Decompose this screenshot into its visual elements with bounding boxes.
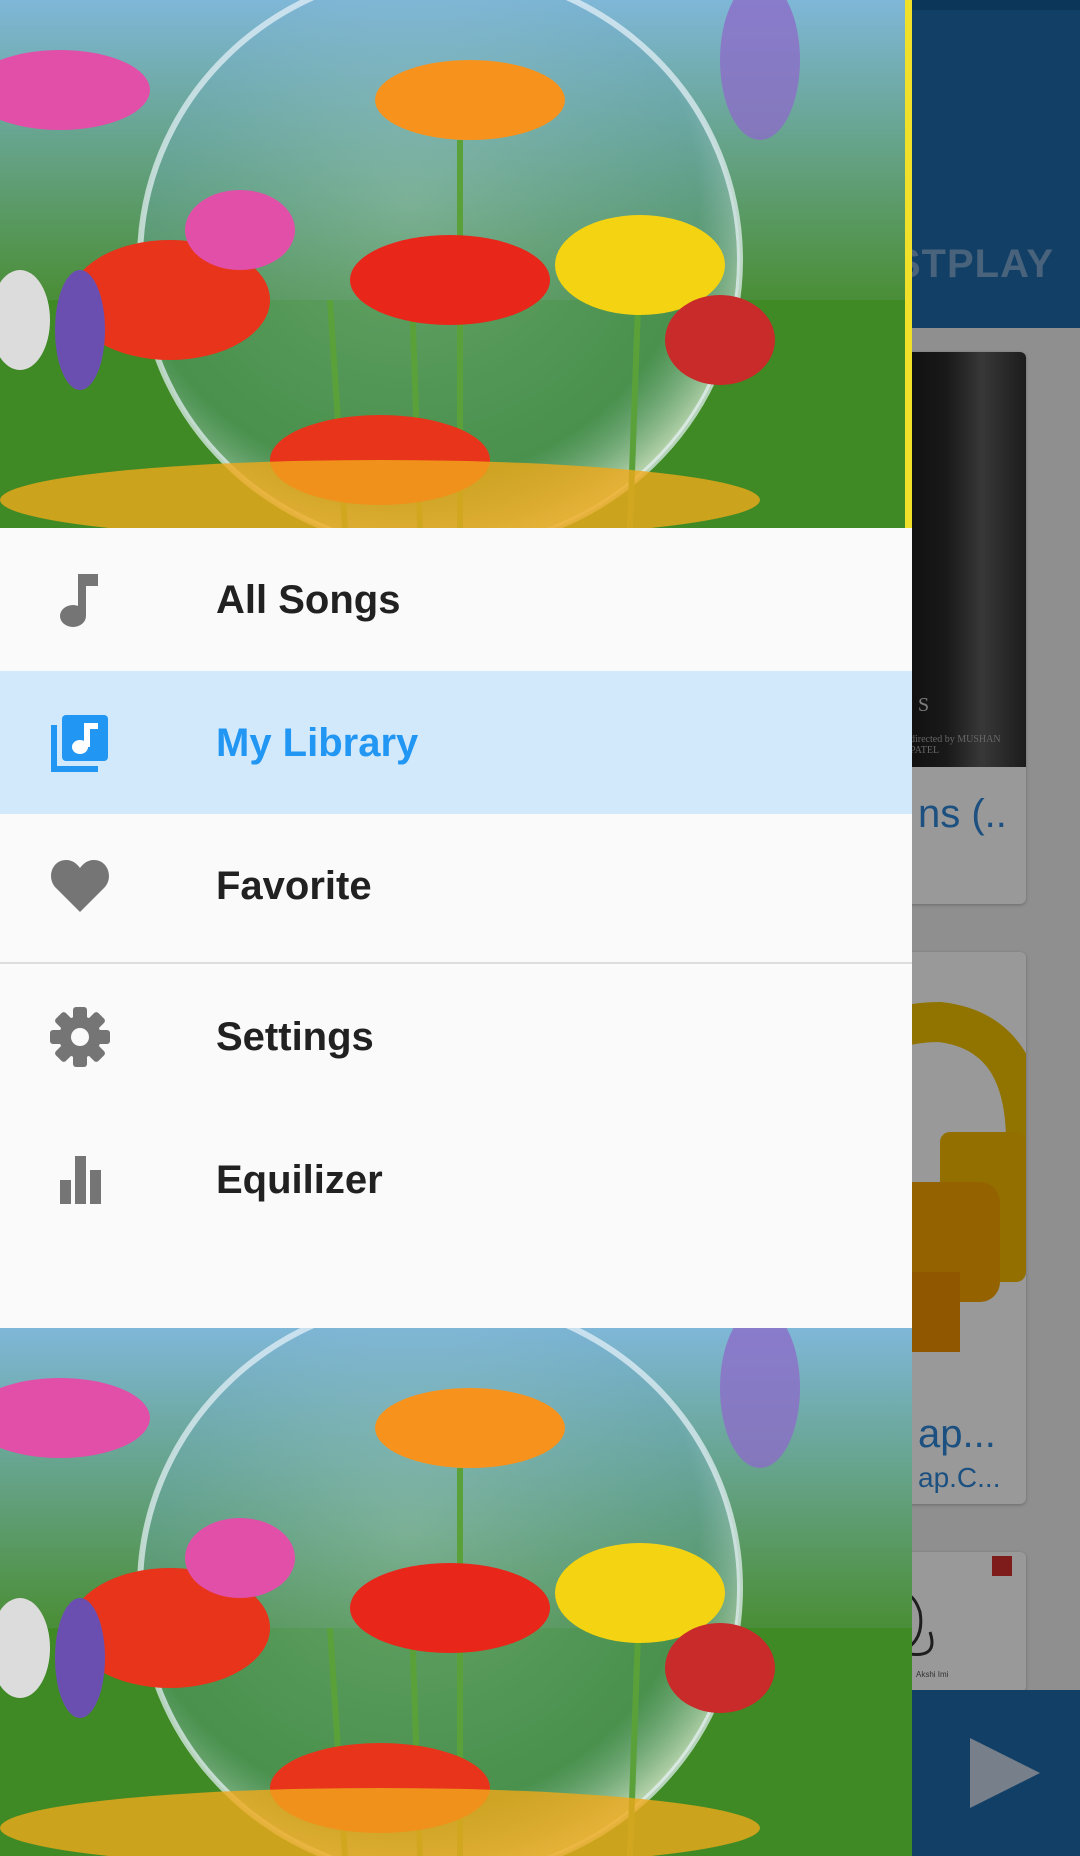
menu-item-label: Favorite [216, 864, 372, 908]
drawer-menu: All Songs My Library Favorite Settings E… [0, 528, 912, 1328]
navigation-drawer: All Songs My Library Favorite Settings E… [0, 0, 912, 1856]
music-note-icon [48, 568, 112, 632]
menu-item-label: Settings [216, 1015, 374, 1059]
menu-item-equalizer[interactable]: Equilizer [0, 1108, 912, 1251]
menu-item-label: Equilizer [216, 1158, 383, 1202]
drawer-footer-image [0, 1328, 912, 1856]
library-music-icon [48, 711, 112, 775]
menu-item-all-songs[interactable]: All Songs [0, 528, 912, 671]
menu-item-label: All Songs [216, 578, 401, 622]
heart-icon [48, 854, 112, 918]
menu-divider [0, 962, 912, 964]
menu-item-label: My Library [216, 721, 419, 765]
menu-item-settings[interactable]: Settings [0, 965, 912, 1108]
gear-icon [48, 1005, 112, 1069]
menu-item-my-library[interactable]: My Library [0, 671, 912, 814]
equalizer-icon [48, 1148, 112, 1212]
drawer-header-image [0, 0, 912, 528]
menu-item-favorite[interactable]: Favorite [0, 814, 912, 957]
